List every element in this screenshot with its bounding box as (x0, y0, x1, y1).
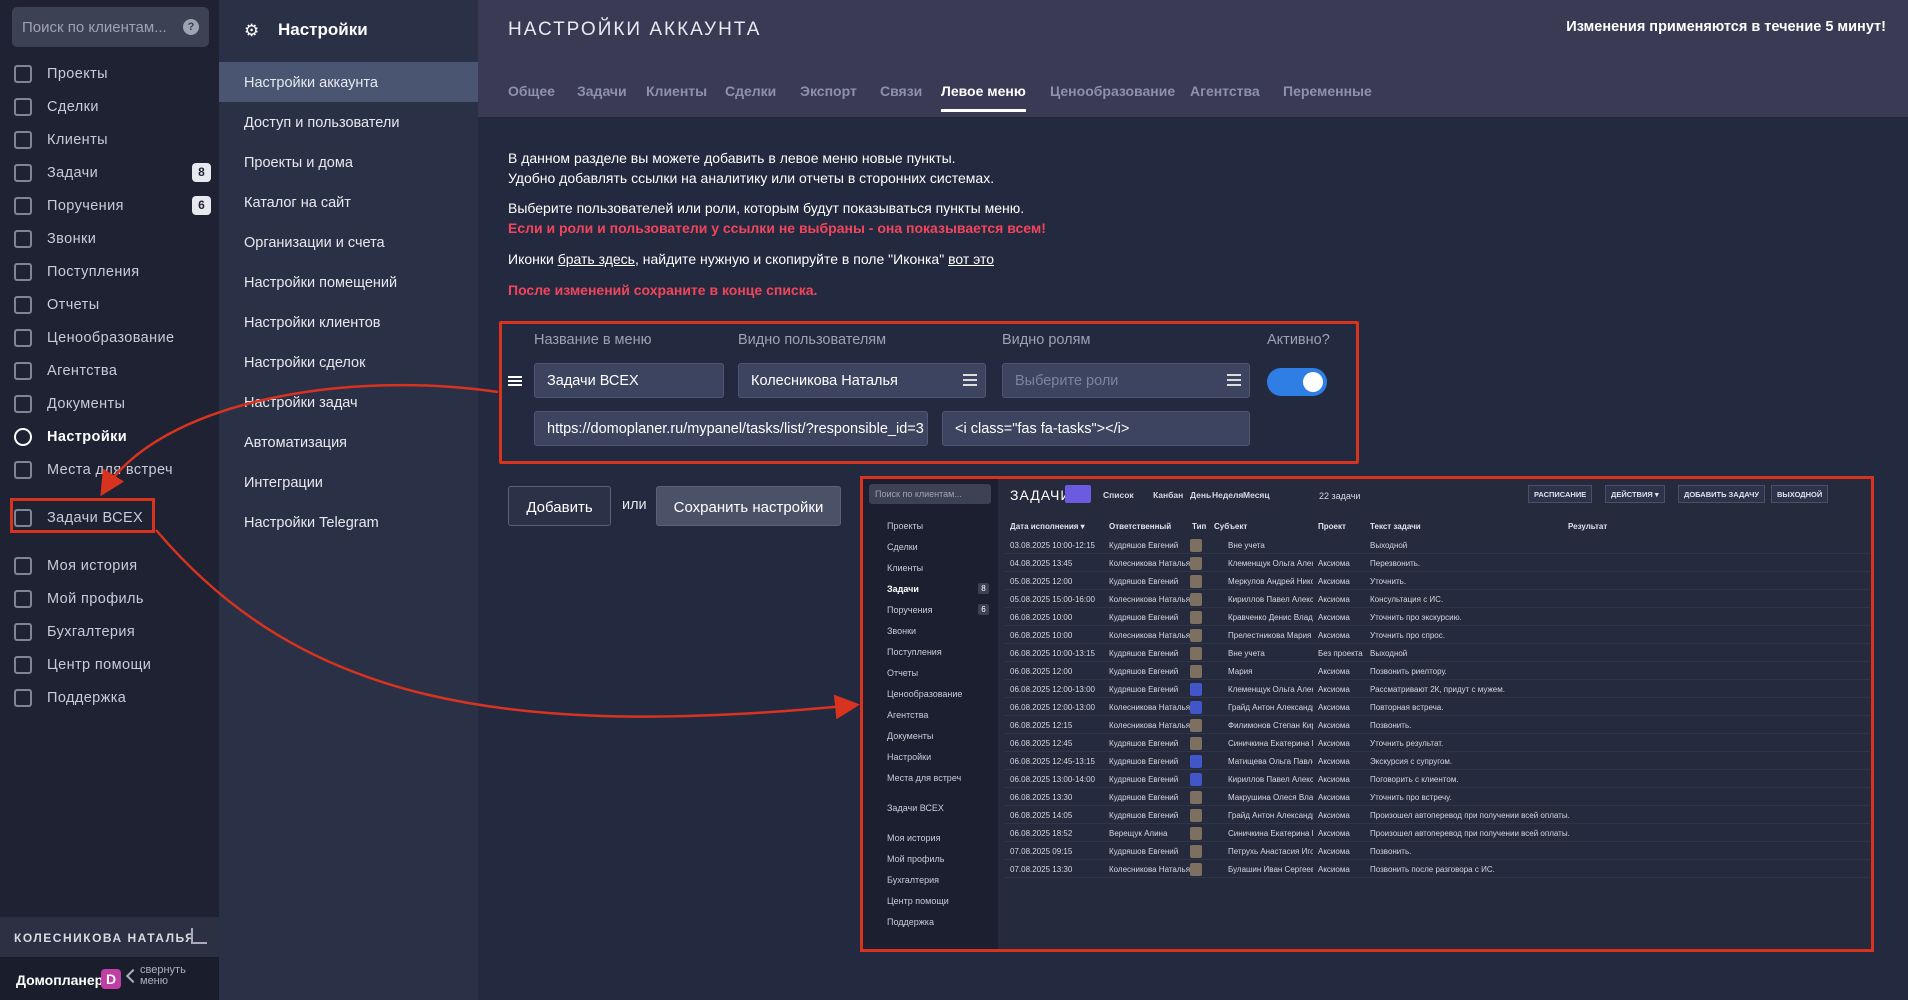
arrow-to-sidebar (100, 383, 499, 497)
arrow-to-preview (155, 529, 860, 720)
annotation-arrows (100, 383, 860, 720)
app: Поиск по клиентам...? Проекты Сделки Клиен… (0, 0, 1908, 1000)
